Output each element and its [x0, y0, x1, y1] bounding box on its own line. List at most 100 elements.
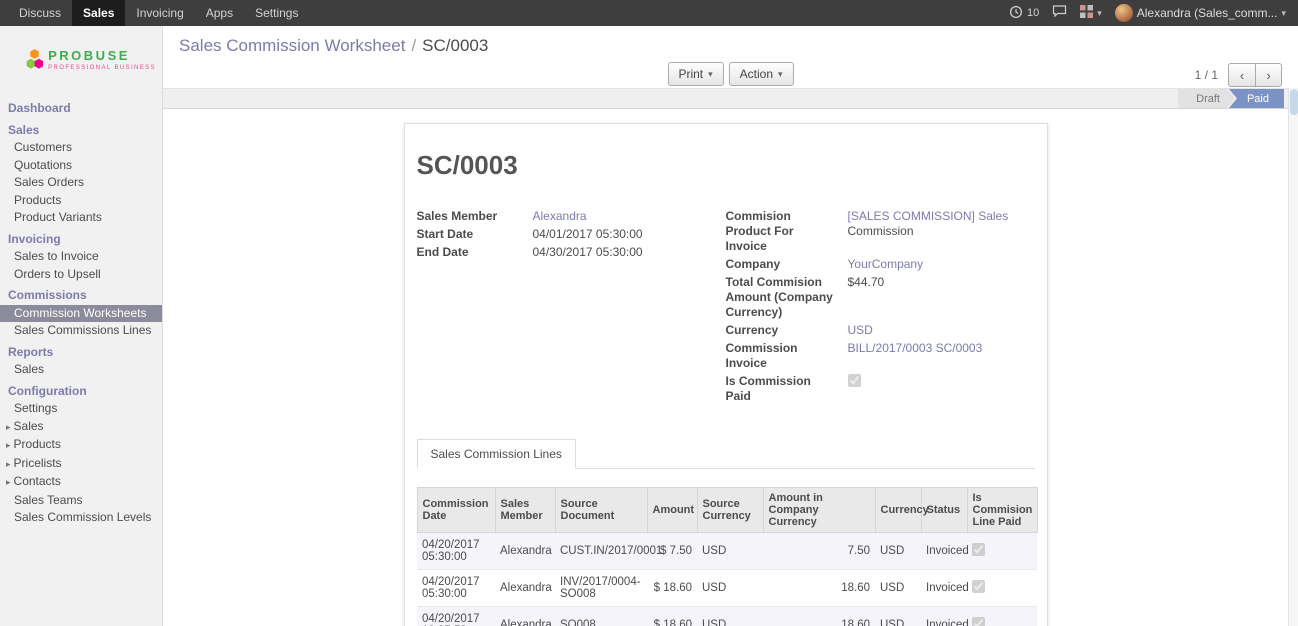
pager-previous-button[interactable]: ‹	[1228, 63, 1255, 87]
col-header-amount-in-company-currency[interactable]: Amount in Company Currency	[763, 488, 875, 533]
field-label: Commission Invoice	[726, 341, 848, 371]
menu-apps[interactable]: Apps	[195, 0, 244, 26]
menu-sales[interactable]: Sales	[72, 0, 125, 26]
field-label: End Date	[417, 245, 533, 260]
sidebar-header-sales[interactable]: Sales	[0, 122, 162, 140]
modules-menu-button[interactable]: ▾	[1080, 5, 1102, 21]
currency-link[interactable]: USD	[848, 323, 873, 337]
sidebar-item-quotations[interactable]: Quotations	[0, 157, 162, 175]
activities-button[interactable]: 10	[1009, 5, 1039, 22]
cell-amount-company: 7.50	[763, 533, 875, 570]
sidebar-item-product-variants[interactable]: Product Variants	[0, 209, 162, 227]
activity-count-badge: 10	[1027, 7, 1039, 19]
field-company: Company YourCompany	[726, 257, 1035, 272]
action-button[interactable]: Action ▾	[729, 62, 794, 86]
col-header-amount[interactable]: Amount	[647, 488, 697, 533]
sidebar-item-customers[interactable]: Customers	[0, 139, 162, 157]
sidebar-item-orders-to-upsell[interactable]: Orders to Upsell	[0, 266, 162, 284]
end-date-value: 04/30/2017 05:30:00	[533, 245, 643, 260]
col-header-commission-date[interactable]: Commission Date	[417, 488, 495, 533]
sidebar-header-commissions[interactable]: Commissions	[0, 287, 162, 305]
sidebar-item-commission-worksheets[interactable]: Commission Worksheets	[0, 305, 162, 323]
scrollbar[interactable]	[1288, 88, 1298, 626]
commission-invoice-link[interactable]: BILL/2017/0003 SC/0003	[848, 341, 983, 355]
sidebar: PROBUSE PROFESSIONAL BUSINESS Dashboard …	[0, 26, 163, 626]
record-title: SC/0003	[417, 150, 1035, 181]
cell-amount-company: 18.60	[763, 607, 875, 626]
sidebar-nav: Dashboard Sales Customers Quotations Sal…	[0, 92, 162, 527]
col-header-currency[interactable]: Currency	[875, 488, 921, 533]
sidebar-header-dashboard[interactable]: Dashboard	[0, 100, 162, 118]
sales-member-link[interactable]: Alexandra	[533, 209, 587, 223]
pager-buttons: ‹ ›	[1228, 63, 1282, 87]
field-label: Total Commision Amount (Company Currency…	[726, 275, 848, 320]
sidebar-item-sales-commissions-lines[interactable]: Sales Commissions Lines	[0, 322, 162, 340]
print-button[interactable]: Print▾	[667, 62, 723, 86]
field-sales-member: Sales Member Alexandra	[417, 209, 726, 224]
commission-product-link[interactable]: [SALES COMMISSION] Sales	[848, 209, 1009, 223]
field-commission-product: Commision Product For Invoice [SALES COM…	[726, 209, 1035, 254]
sidebar-item-config-products[interactable]: ▸Products	[0, 436, 162, 455]
menu-discuss[interactable]: Discuss	[8, 0, 72, 26]
tab-sales-commission-lines[interactable]: Sales Commission Lines	[417, 439, 576, 469]
cell-source-document: INV/2017/0004-SO008	[555, 570, 647, 607]
sidebar-item-settings[interactable]: Settings	[0, 400, 162, 418]
cell-sales-member: Alexandra	[495, 533, 555, 570]
table-row[interactable]: 04/20/2017 10:35:53 Alexandra SO008 $ 18…	[417, 607, 1037, 626]
cell-currency: USD	[875, 607, 921, 626]
topbar: Discuss Sales Invoicing Apps Settings 10…	[0, 0, 1298, 26]
sidebar-header-invoicing[interactable]: Invoicing	[0, 231, 162, 249]
sidebar-item-sales-teams[interactable]: Sales Teams	[0, 492, 162, 510]
cell-line-paid	[967, 607, 1037, 626]
sidebar-item-products[interactable]: Products	[0, 192, 162, 210]
field-commission-invoice: Commission Invoice BILL/2017/0003 SC/000…	[726, 341, 1035, 371]
col-header-is-commision-line-paid[interactable]: Is Commision Line Paid	[967, 488, 1037, 533]
col-header-source-document[interactable]: Source Document	[555, 488, 647, 533]
col-header-sales-member[interactable]: Sales Member	[495, 488, 555, 533]
field-total-commission-amount: Total Commision Amount (Company Currency…	[726, 275, 1035, 320]
col-header-source-currency[interactable]: Source Currency	[697, 488, 763, 533]
status-step-draft[interactable]: Draft	[1178, 89, 1235, 108]
notebook: Sales Commission Lines Commission Date S…	[417, 439, 1035, 626]
topbar-menus: Discuss Sales Invoicing Apps Settings	[0, 0, 309, 26]
scrollbar-thumb[interactable]	[1290, 89, 1298, 115]
action-button-label: Action	[740, 67, 773, 81]
breadcrumb-parent-link[interactable]: Sales Commission Worksheet	[179, 36, 405, 55]
field-label: Currency	[726, 323, 848, 338]
cell-source-document: SO008	[555, 607, 647, 626]
cell-sales-member: Alexandra	[495, 570, 555, 607]
company-link[interactable]: YourCompany	[848, 257, 924, 271]
menu-invoicing[interactable]: Invoicing	[125, 0, 194, 26]
form-fields: Sales Member Alexandra Start Date 04/01/…	[417, 209, 1035, 407]
caret-down-icon: ▾	[778, 69, 783, 80]
messages-button[interactable]	[1052, 5, 1067, 21]
sidebar-item-contacts[interactable]: ▸Contacts	[0, 473, 162, 492]
sidebar-header-configuration[interactable]: Configuration	[0, 383, 162, 401]
total-commission-amount-value: $44.70	[848, 275, 885, 320]
sidebar-item-pricelists[interactable]: ▸Pricelists	[0, 455, 162, 474]
table-row[interactable]: 04/20/2017 05:30:00 Alexandra INV/2017/0…	[417, 570, 1037, 607]
sidebar-item-sales-orders[interactable]: Sales Orders	[0, 174, 162, 192]
col-header-status[interactable]: Status	[921, 488, 967, 533]
menu-settings[interactable]: Settings	[244, 0, 309, 26]
user-menu-button[interactable]: Alexandra (Sales_comm... ▾	[1115, 4, 1286, 22]
action-buttons-group: Print▾ Action ▾	[667, 62, 793, 86]
sidebar-item-reports-sales[interactable]: Sales	[0, 361, 162, 379]
sidebar-header-reports[interactable]: Reports	[0, 344, 162, 362]
table-row[interactable]: 04/20/2017 05:30:00 Alexandra CUST.IN/20…	[417, 533, 1037, 570]
pager-next-button[interactable]: ›	[1255, 63, 1282, 87]
sidebar-item-sales-to-invoice[interactable]: Sales to Invoice	[0, 248, 162, 266]
line-paid-checkbox	[972, 580, 985, 593]
statusbar: Draft Paid	[163, 88, 1288, 109]
main-area: Sales Commission Worksheet/SC/0003 Print…	[163, 26, 1298, 626]
sidebar-item-sales-commission-levels[interactable]: Sales Commission Levels	[0, 509, 162, 527]
field-start-date: Start Date 04/01/2017 05:30:00	[417, 227, 726, 242]
form-group-right: Commision Product For Invoice [SALES COM…	[726, 209, 1035, 407]
status-step-paid[interactable]: Paid	[1229, 89, 1284, 108]
chat-icon	[1052, 5, 1067, 21]
field-label: Sales Member	[417, 209, 533, 224]
line-paid-checkbox	[972, 617, 985, 626]
sidebar-item-config-sales[interactable]: ▸Sales	[0, 418, 162, 437]
logo-subtitle: PROFESSIONAL BUSINESS	[48, 65, 156, 71]
modules-icon	[1080, 5, 1093, 21]
